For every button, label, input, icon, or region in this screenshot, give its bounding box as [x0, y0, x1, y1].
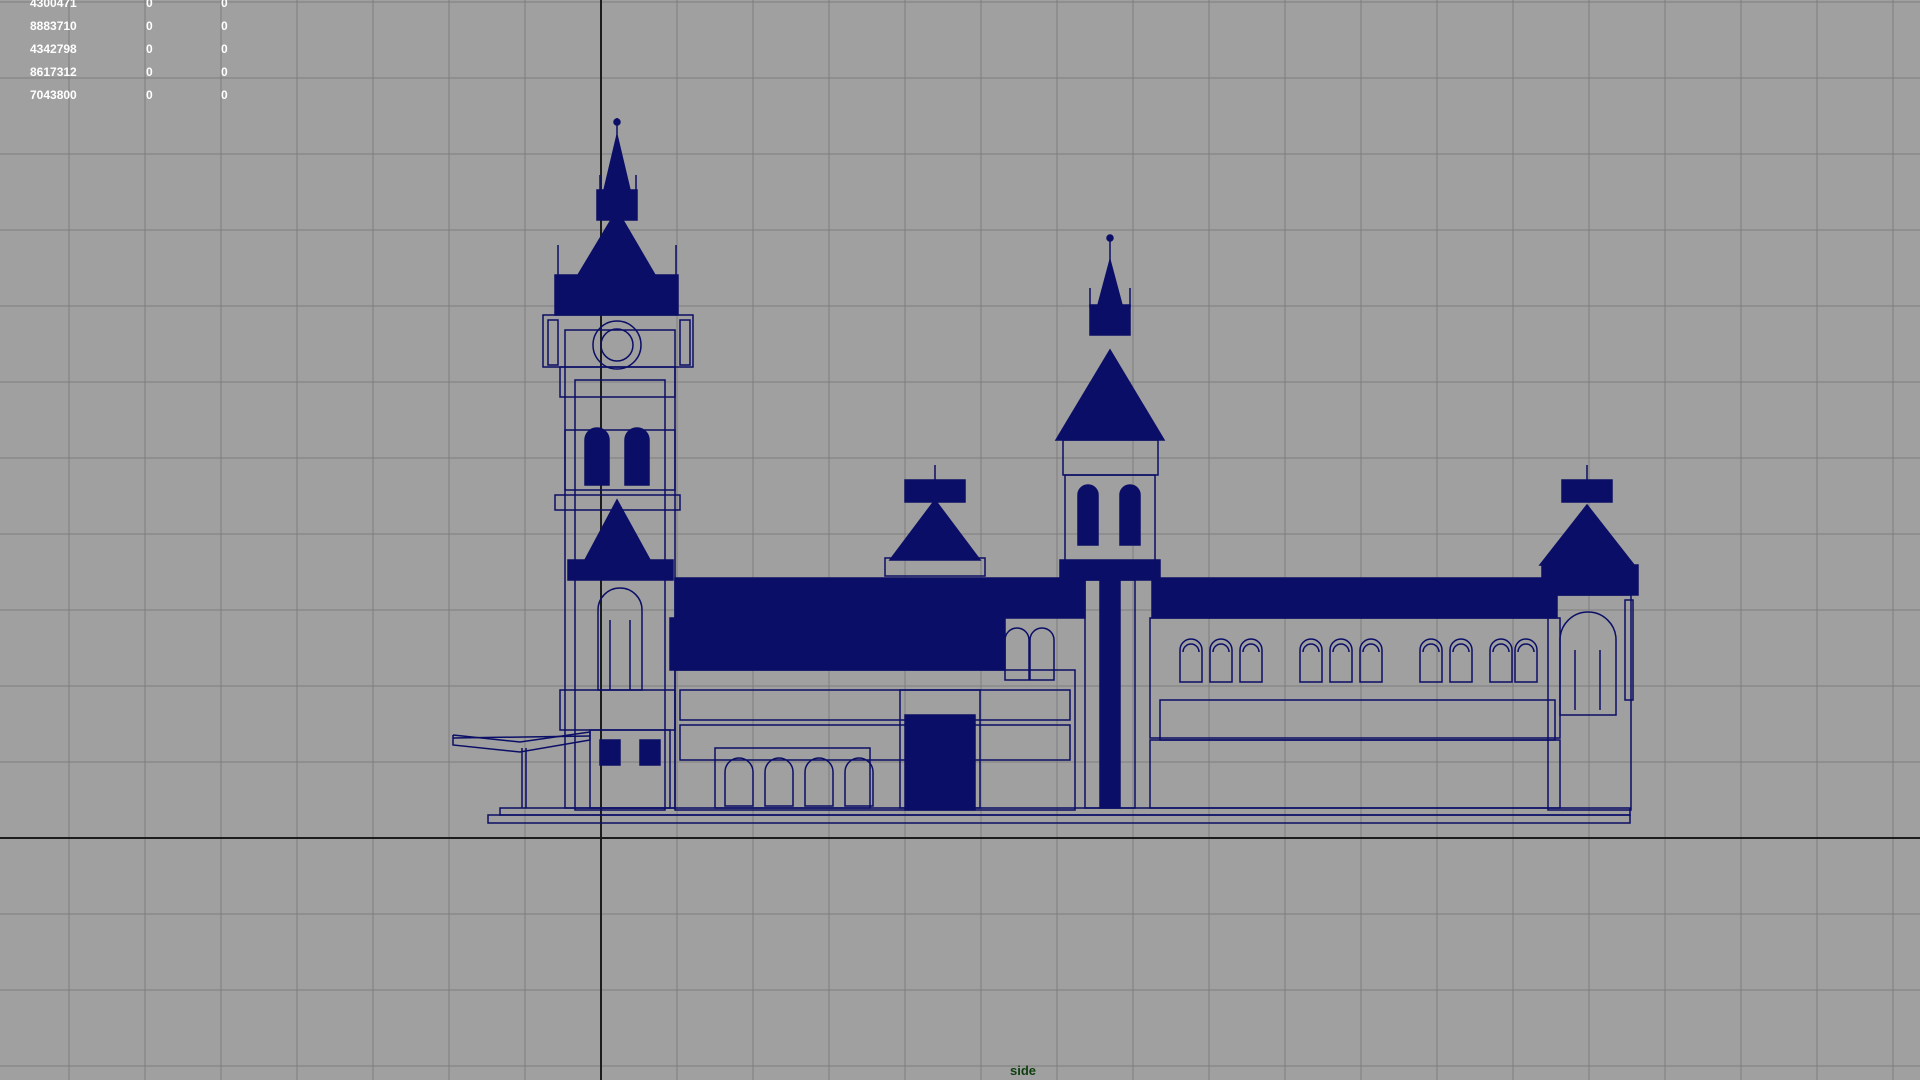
arch-window — [1209, 638, 1233, 683]
camera-name-label: side — [1010, 1063, 1037, 1078]
hud-value: 0 — [221, 19, 228, 33]
hud-value: 0 — [221, 65, 228, 79]
hud-value: 0 — [146, 0, 153, 10]
arch-window — [1514, 638, 1538, 683]
building-wireframe-model[interactable] — [0, 0, 1920, 1080]
main-hall-left[interactable] — [669, 577, 1086, 811]
arch-window-inner — [1302, 643, 1320, 653]
hud-value: 0 — [221, 0, 228, 10]
arch-window — [1299, 638, 1323, 683]
hud-value: 0 — [146, 42, 153, 56]
left-clock-tower[interactable] — [542, 118, 694, 811]
center-spire-tower[interactable] — [1054, 234, 1166, 809]
hud-value: 0 — [221, 42, 228, 56]
arch-window-inner — [1242, 643, 1260, 653]
hud-value: 0 — [221, 88, 228, 102]
hud-value: 8617312 — [30, 65, 77, 79]
main-hall-right[interactable] — [1149, 577, 1561, 809]
arch-window-inner — [1492, 643, 1510, 653]
hud-value: 4342798 — [30, 42, 77, 56]
arch-window — [1489, 638, 1513, 683]
arch-window-inner — [1362, 643, 1380, 653]
arch-window-inner — [1332, 643, 1350, 653]
hud-value: 0 — [146, 65, 153, 79]
hud-value: 8883710 — [30, 19, 77, 33]
arch-window — [1239, 638, 1263, 683]
hud-value: 4300471 — [30, 0, 77, 10]
arch-window — [1179, 638, 1203, 683]
arch-window-inner — [1517, 643, 1535, 653]
arch-window — [1359, 638, 1383, 683]
arch-window-inner — [1212, 643, 1230, 653]
arch-window-inner — [1452, 643, 1470, 653]
left-canopy[interactable] — [452, 731, 591, 808]
arch-window — [1419, 638, 1443, 683]
hud-value: 0 — [146, 88, 153, 102]
right-turret[interactable] — [1538, 465, 1639, 811]
hud-value: 0 — [146, 19, 153, 33]
hud-value: 7043800 — [30, 88, 77, 102]
arch-window-inner — [1182, 643, 1200, 653]
arch-window-inner — [1422, 643, 1440, 653]
small-left-turret[interactable] — [884, 465, 986, 577]
arch-window — [1329, 638, 1353, 683]
side-viewport[interactable]: 4300471 0 0 8883710 0 0 4342798 0 0 8617312 0 0 7043… — [0, 0, 1920, 1080]
arch-window — [1449, 638, 1473, 683]
